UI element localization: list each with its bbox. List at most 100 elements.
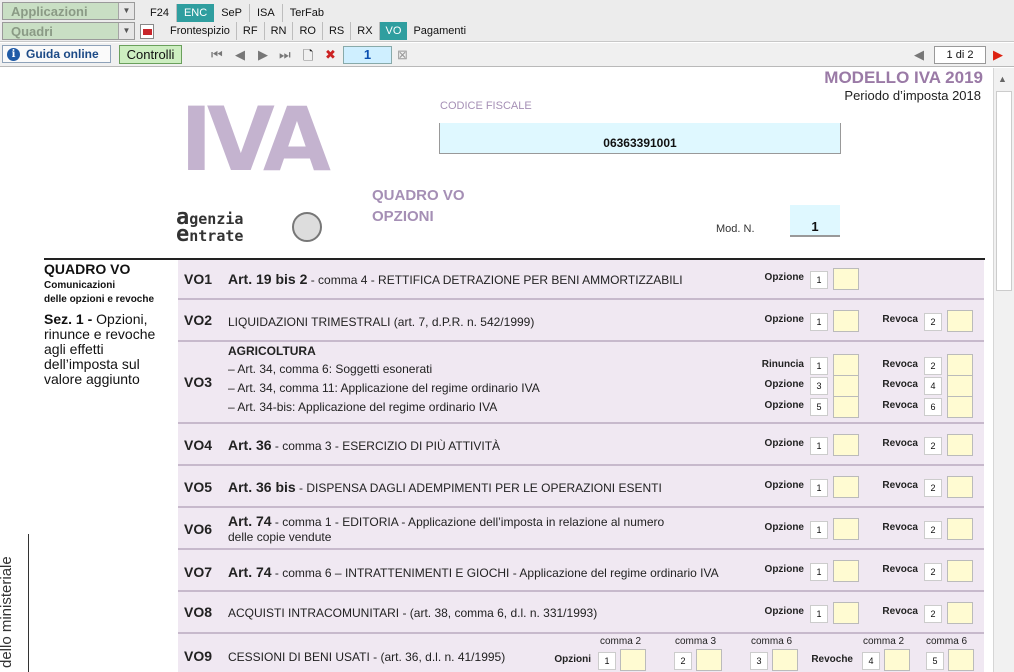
tab-ro[interactable]: RO (293, 22, 323, 40)
revoca-label: Revoca (882, 606, 918, 617)
scroll-up-icon[interactable]: ▲ (998, 74, 1007, 84)
field-number: 2 (924, 605, 942, 623)
row-vo7: VO7 Art. 74 - comma 6 – INTRATTENIMENTI … (178, 550, 984, 592)
info-icon: i (7, 47, 20, 61)
pdf-icon[interactable] (140, 23, 154, 39)
tab-rf[interactable]: RF (237, 22, 265, 40)
opzione-input[interactable] (833, 310, 859, 332)
revoca-label: Revoca (882, 400, 918, 411)
revoca-input[interactable] (947, 375, 973, 397)
opzione-label: Opzione (764, 379, 804, 390)
comunicazioni-label: Comunicazioni (44, 280, 116, 291)
revoche-label: Revoche (811, 654, 853, 665)
revoca-input[interactable] (947, 476, 973, 498)
controlli-button[interactable]: Controlli (119, 45, 182, 64)
prev-page-icon[interactable]: ◀ (235, 47, 245, 63)
prev-icon[interactable]: ◀ (914, 47, 924, 63)
tab-rx[interactable]: RX (351, 22, 380, 40)
row-desc: LIQUIDAZIONI TRIMESTRALI (art. 7, d.P.R.… (228, 315, 535, 329)
opzione-input[interactable] (696, 649, 722, 671)
tab-sep[interactable]: SeP (214, 4, 250, 22)
field-number: 2 (924, 521, 942, 539)
opzione-label: Opzione (764, 564, 804, 575)
opzione-label: Opzione (764, 400, 804, 411)
field-number: 4 (862, 652, 880, 670)
revoca-input[interactable] (884, 649, 910, 671)
opzione-label: Opzione (764, 314, 804, 325)
scroll-thumb[interactable] (996, 91, 1012, 291)
codice-fiscale-field[interactable]: 06363391001 (439, 123, 841, 154)
top-bar: Applicazioni ▼ Quadri ▼ F24 ENC SeP ISA Te… (0, 0, 1014, 42)
tab-rn[interactable]: RN (265, 22, 294, 40)
chevron-down-icon[interactable]: ▼ (118, 3, 134, 19)
tab-frontespizio[interactable]: Frontespizio (164, 22, 237, 40)
last-page-icon[interactable]: ⏭ (279, 47, 291, 63)
field-number: 5 (810, 398, 828, 416)
opzione-input[interactable] (833, 560, 859, 582)
tab-isa[interactable]: ISA (250, 4, 283, 22)
field-number: 1 (810, 271, 828, 289)
opzione-input[interactable] (833, 375, 859, 397)
agenzia-text: genzia (189, 210, 244, 228)
tab-enc[interactable]: ENC (176, 4, 215, 22)
revoca-input[interactable] (947, 396, 973, 418)
chevron-down-icon[interactable]: ▼ (118, 23, 134, 39)
revoca-input[interactable] (947, 518, 973, 540)
toolbar: i Guida online Controlli ⏮ ◀ ▶ ⏭ 🗋 ✖ 1 ⊠ … (0, 43, 1014, 67)
applicazioni-combo[interactable]: Applicazioni ▼ (2, 2, 135, 20)
opzione-input[interactable] (620, 649, 646, 671)
page-number-field[interactable]: 1 (343, 46, 392, 64)
revoca-input[interactable] (947, 354, 973, 376)
tab-pagamenti[interactable]: Pagamenti (407, 22, 472, 40)
opzione-label: Opzione (764, 272, 804, 283)
field-number: 1 (598, 652, 616, 670)
field-number: 2 (924, 479, 942, 497)
mod-number-field[interactable]: 1 (790, 205, 840, 237)
mod-label: Mod. N. (716, 223, 755, 235)
quadri-label: Quadri (11, 24, 53, 39)
goto-page-icon[interactable]: ⊠ (397, 47, 408, 63)
opzione-label: Opzione (764, 438, 804, 449)
tab-rs[interactable]: RS (323, 22, 352, 40)
comma-label: comma 2 (600, 636, 642, 647)
left-subtitle: Comunicazioni delle opzioni e revoche (44, 279, 154, 307)
art-label: Art. 74 (228, 564, 272, 580)
guida-online-button[interactable]: i Guida online (2, 45, 111, 63)
tab-f24[interactable]: F24 (143, 4, 177, 22)
entrate-text: ntrate (189, 227, 244, 245)
tab-terfab[interactable]: TerFab (283, 4, 331, 22)
vertical-scrollbar[interactable]: ▲ (993, 68, 1014, 672)
opzione-input[interactable] (833, 434, 859, 456)
art-label: Art. 74 (228, 513, 272, 529)
page-title: MODELLO IVA 2019 (824, 68, 983, 87)
page-count: 1 di 2 (934, 46, 986, 64)
revoca-input[interactable] (947, 560, 973, 582)
row-text: - comma 1 - EDITORIA - Applicazione dell… (274, 515, 665, 529)
opzioni-revoche-label: delle opzioni e revoche (44, 294, 155, 305)
delete-page-icon[interactable]: ✖ (325, 47, 336, 63)
opzione-input[interactable] (833, 396, 859, 418)
next-page-icon[interactable]: ▶ (258, 47, 268, 63)
art-label: Art. 36 (228, 437, 272, 453)
first-page-icon[interactable]: ⏮ (211, 47, 223, 63)
revoca-input[interactable] (947, 434, 973, 456)
quadri-combo[interactable]: Quadri ▼ (2, 22, 135, 40)
next-icon[interactable]: ▶ (993, 47, 1003, 63)
row-desc: Art. 36 - comma 3 - ESERCIZIO DI PIÙ ATT… (228, 437, 500, 453)
agricoltura-heading: AGRICOLTURA (228, 344, 316, 358)
revoca-input[interactable] (947, 310, 973, 332)
row-vo5: VO5 Art. 36 bis - DISPENSA DAGLI ADEMPIM… (178, 466, 984, 508)
row-code: VO6 (184, 521, 213, 537)
opzione-input[interactable] (833, 268, 859, 290)
field-number: 2 (924, 437, 942, 455)
opzione-input[interactable] (833, 518, 859, 540)
revoca-input[interactable] (948, 649, 974, 671)
new-page-icon[interactable]: 🗋 (303, 47, 313, 69)
revoca-input[interactable] (947, 602, 973, 624)
tab-vo[interactable]: VO (379, 22, 408, 40)
opzione-input[interactable] (833, 602, 859, 624)
rinuncia-input[interactable] (833, 354, 859, 376)
row-desc: Art. 36 bis - DISPENSA DAGLI ADEMPIMENTI… (228, 479, 662, 495)
opzione-input[interactable] (833, 476, 859, 498)
row-text: - comma 3 - ESERCIZIO DI PIÙ ATTIVITÀ (274, 439, 501, 453)
